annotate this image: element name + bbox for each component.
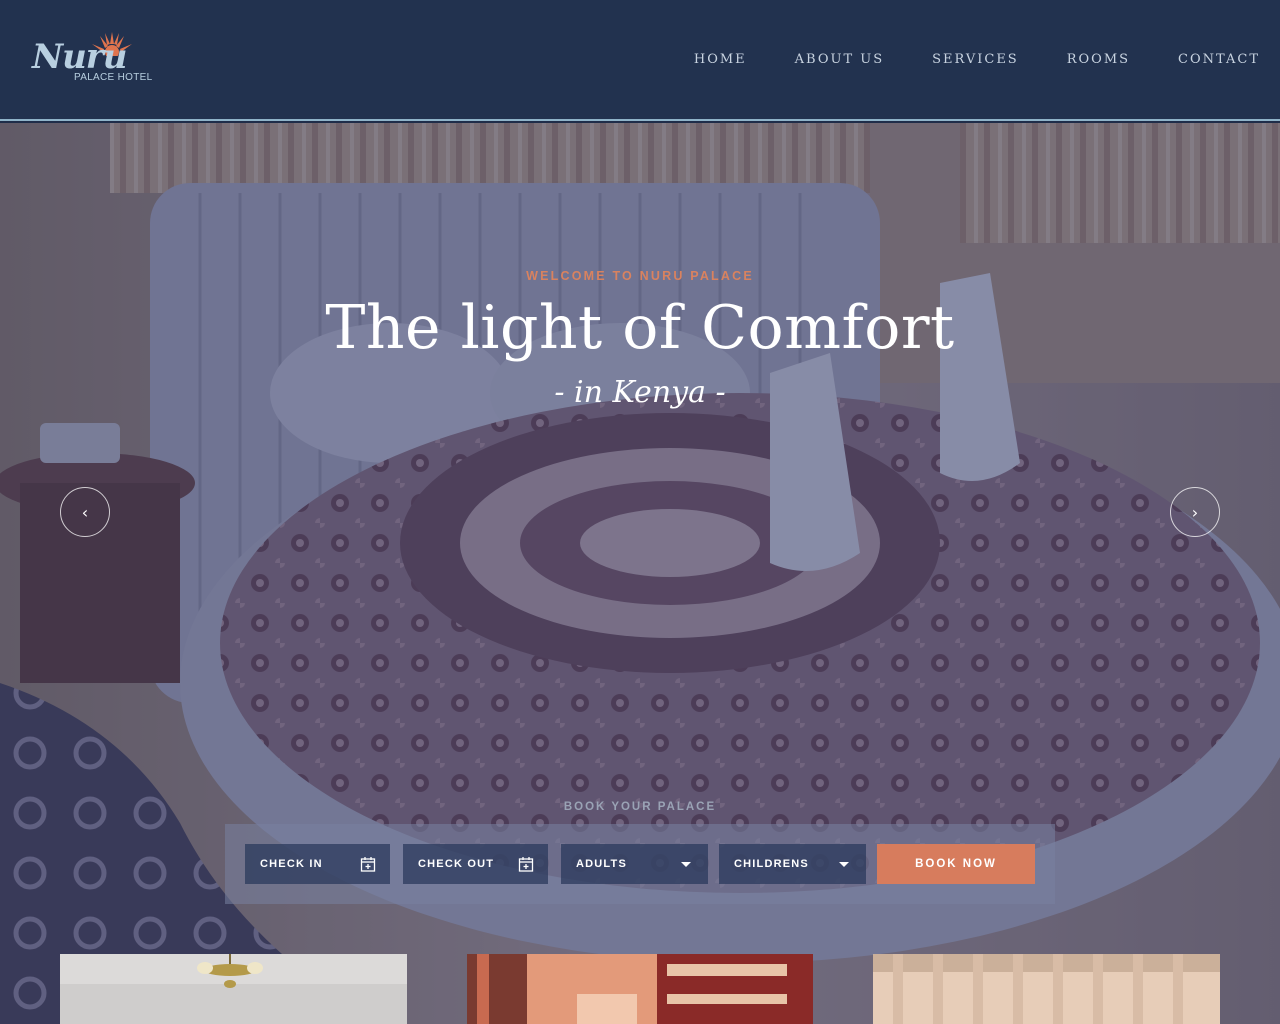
book-now-button[interactable]: BOOK NOW	[877, 844, 1035, 884]
booking-form: CHECK IN CHECK OUT ADULTS CHILDRENS BOOK…	[225, 824, 1055, 904]
hero-title: The light of Comfort	[325, 293, 955, 363]
logo-script-text: Nuru	[32, 37, 127, 77]
nav-contact[interactable]: CONTACT	[1178, 52, 1260, 67]
check-in-field[interactable]: CHECK IN	[245, 844, 390, 884]
slider-prev-button[interactable]: ‹	[60, 487, 110, 537]
main-nav: HOME ABOUT US SERVICES ROOMS CONTACT	[646, 52, 1260, 67]
booking-label: BOOK YOUR PALACE	[563, 801, 717, 813]
logo-subtitle: PALACE HOTEL	[74, 72, 153, 83]
hero-slider: WELCOME TO NURU PALACE The light of Comf…	[0, 123, 1280, 1024]
check-in-label: CHECK IN	[260, 858, 323, 870]
slider-next-button[interactable]: ›	[1170, 487, 1220, 537]
site-header: Nuru PALACE HOTEL HOME ABOUT US SERVICES…	[0, 0, 1280, 121]
chevron-right-icon: ›	[1191, 502, 1199, 522]
nav-about-us[interactable]: ABOUT US	[795, 52, 884, 67]
caret-down-icon	[839, 862, 849, 867]
logo[interactable]: Nuru PALACE HOTEL	[32, 32, 152, 88]
calendar-plus-icon	[360, 857, 376, 872]
chevron-left-icon: ‹	[81, 502, 89, 522]
adults-select[interactable]: ADULTS	[561, 844, 708, 884]
room-thumbnail-1[interactable]	[60, 954, 407, 1024]
nav-home[interactable]: HOME	[694, 52, 747, 67]
hero-eyebrow: WELCOME TO NURU PALACE	[526, 269, 754, 283]
room-thumbnail-2[interactable]	[467, 954, 813, 1024]
children-select[interactable]: CHILDRENS	[719, 844, 866, 884]
check-out-field[interactable]: CHECK OUT	[403, 844, 548, 884]
caret-down-icon	[681, 862, 691, 867]
hero-subtitle: - in Kenya -	[554, 375, 726, 410]
nav-services[interactable]: SERVICES	[932, 52, 1019, 67]
children-label: CHILDRENS	[734, 858, 809, 870]
room-thumbnail-3[interactable]	[873, 954, 1220, 1024]
calendar-plus-icon	[518, 857, 534, 872]
nav-rooms[interactable]: ROOMS	[1067, 52, 1130, 67]
adults-label: ADULTS	[576, 858, 627, 870]
check-out-label: CHECK OUT	[418, 858, 495, 870]
